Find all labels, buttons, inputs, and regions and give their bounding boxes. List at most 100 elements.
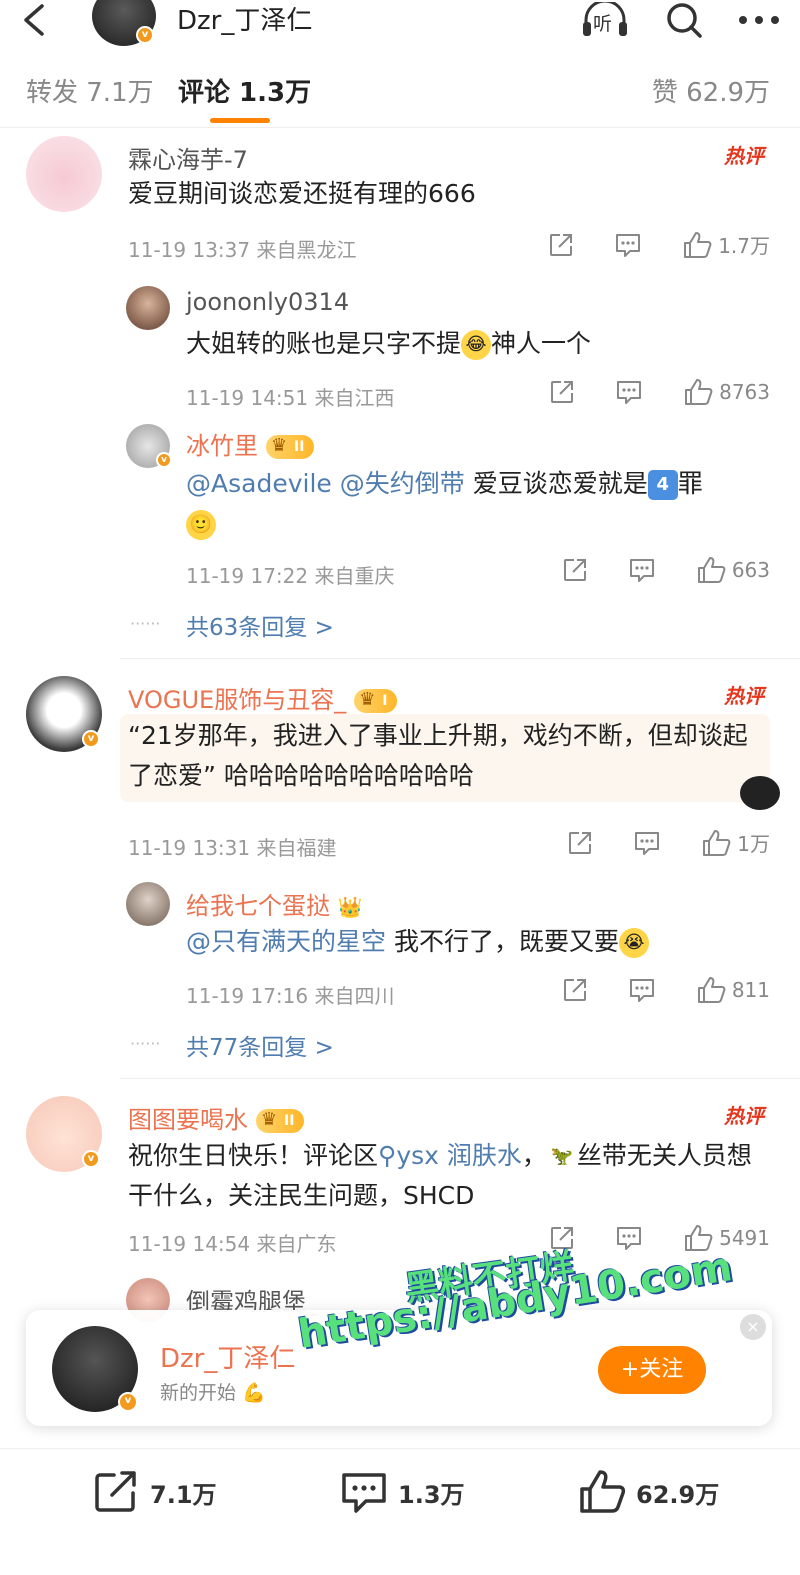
share-icon[interactable] [548, 232, 574, 258]
repost-button[interactable]: 7.1万 [92, 1469, 217, 1515]
share-icon[interactable] [562, 977, 588, 1003]
reply-name[interactable]: 冰竹里 II [186, 426, 315, 461]
like-button[interactable]: 62.9万 [578, 1469, 719, 1515]
repost-icon [95, 1471, 136, 1512]
like-count: 663 [731, 558, 770, 582]
tab-comments[interactable]: 评论 1.3万 [178, 72, 311, 109]
like-count: 1万 [737, 832, 770, 856]
reply-name-text: 给我七个蛋挞 [186, 892, 330, 920]
thumbs-up-icon [697, 977, 726, 1003]
active-tab-indicator [210, 118, 270, 123]
comment-time: 11-19 13:31 [128, 836, 251, 860]
comment-meta: 11-19 13:37 来自黑龙江 [128, 234, 356, 263]
reply-name-text: 冰竹里 [186, 432, 258, 460]
verified-badge-icon: v [82, 730, 100, 748]
reply-icon[interactable] [628, 557, 656, 583]
reply-time: 11-19 17:16 [186, 984, 309, 1008]
mention-link[interactable]: @失约倒带 [340, 469, 465, 498]
crying-emoji-icon: 😭 [618, 928, 649, 958]
tab-likes[interactable]: 赞 62.9万 [652, 72, 770, 109]
reply-text-main: 爱豆谈恋爱就是 [472, 469, 648, 498]
comment-text: 祝你生日快乐！评论区⚲ysx 润肤水， 🦖 丝带无关人员想干什么，关注民生问题，SH… [128, 1136, 768, 1216]
fan-badge-icon: 👑 [337, 895, 363, 919]
reply-meta: 11-19 14:51 来自江西 [186, 382, 394, 411]
reply-icon[interactable] [628, 977, 656, 1003]
keycap-four-emoji-icon: 4 [647, 470, 678, 500]
reply-icon[interactable] [615, 1225, 643, 1251]
dotted-divider: ······ [130, 1034, 161, 1053]
top-actions: 听 [580, 0, 780, 40]
page-title[interactable]: Dzr_丁泽仁 [177, 0, 312, 37]
dotted-divider: ······ [130, 614, 161, 633]
more-replies-link[interactable]: 共63条回复 > [186, 608, 334, 642]
comment-icon [342, 1473, 386, 1513]
reply-location: 来自四川 [314, 984, 395, 1008]
comment-meta: 11-19 13:31 来自福建 [128, 832, 336, 861]
reply-name[interactable]: joononly0314 [186, 288, 349, 316]
commenter-name[interactable]: VOGUE服饰与丑容_ I [128, 680, 398, 715]
more-replies-link[interactable]: 共77条回复 > [186, 1028, 334, 1062]
comment-actions: 1万 [567, 828, 770, 857]
hot-comment-badge: 热评 [724, 1104, 764, 1128]
bottom-action-bar: 7.1万 1.3万 62.9万 [0, 1448, 800, 1575]
reply-text: 大姐转的账也是只字不提 😂 神人一个 [186, 324, 591, 364]
tab-bar: 转发 7.1万 评论 1.3万 赞 62.9万 [0, 52, 800, 128]
listen-button[interactable]: 听 [580, 2, 630, 38]
hot-comment-badge: 热评 [724, 144, 764, 168]
like-button[interactable]: 1.7万 [682, 230, 770, 259]
reply-text-main: 我不行了，既要又要 [393, 927, 619, 956]
commenter-name-text: VOGUE服饰与丑容_ [128, 686, 347, 714]
share-icon[interactable] [549, 379, 575, 405]
verified-badge-icon: v [136, 26, 154, 44]
reply-icon[interactable] [615, 379, 643, 405]
comment-text: “21岁那年，我进入了事业上升期，戏约不断，但却谈起了恋爱” 哈哈哈哈哈哈哈哈哈… [128, 721, 748, 790]
comment-button[interactable]: 1.3万 [340, 1469, 465, 1515]
commenter-name[interactable]: 霖心海芋-7 [128, 140, 248, 175]
follow-button[interactable]: +关注 [598, 1346, 706, 1394]
verified-badge-icon: v [156, 452, 172, 468]
close-icon[interactable]: × [740, 1314, 766, 1340]
reply-text-main: 大姐转的账也是只字不提 [186, 329, 462, 358]
back-arrow-icon[interactable] [18, 2, 50, 38]
reply-icon[interactable] [614, 232, 642, 258]
mention-link[interactable]: @只有满天的星空 [186, 927, 386, 956]
search-term: ysx 润肤水 [396, 1141, 522, 1170]
reply-meta: 11-19 17:22 来自重庆 [186, 560, 394, 589]
repost-count: 7.1万 [150, 1480, 217, 1509]
reply-avatar[interactable] [126, 286, 170, 330]
thumbs-up-icon [697, 557, 726, 583]
hot-comment-badge: 热评 [724, 684, 764, 708]
commenter-name[interactable]: 图图要喝水 II [128, 1100, 305, 1135]
like-button[interactable]: 8763 [683, 378, 770, 406]
reply-avatar[interactable] [126, 882, 170, 926]
like-button[interactable]: 1万 [701, 828, 770, 857]
reply-meta: 11-19 17:16 来自四川 [186, 980, 394, 1009]
more-icon[interactable] [738, 15, 780, 25]
follow-card-subtitle: 新的开始 💪 [160, 1378, 266, 1405]
share-icon[interactable] [567, 830, 593, 856]
reply-name[interactable]: 给我七个蛋挞 👑 [186, 886, 363, 921]
verified-badge-icon: v [118, 1392, 138, 1412]
like-button[interactable]: 663 [696, 556, 770, 584]
search-icon[interactable] [664, 1, 704, 39]
share-icon[interactable] [562, 557, 588, 583]
search-link[interactable]: ⚲ysx 润肤水 [378, 1141, 522, 1170]
follow-card-name[interactable]: Dzr_丁泽仁 [160, 1338, 295, 1375]
reply-time: 11-19 14:51 [186, 386, 309, 410]
flexed-arm-emoji-icon: 💪 [242, 1382, 266, 1404]
reply-actions: 8763 [549, 378, 770, 406]
follow-card-subtitle-text: 新的开始 [160, 1382, 237, 1404]
tab-repost[interactable]: 转发 7.1万 [26, 72, 154, 109]
like-button[interactable]: 811 [696, 976, 770, 1004]
reply-icon[interactable] [633, 830, 661, 856]
comment-divider [120, 1078, 800, 1079]
commenter-avatar[interactable] [26, 136, 102, 212]
reply-location: 来自重庆 [314, 564, 395, 588]
reply-location: 来自江西 [314, 386, 395, 410]
reply-actions: 663 [562, 556, 770, 584]
smile-emoji-icon: 🙂 [186, 510, 216, 540]
bear-sticker-icon [740, 776, 780, 810]
laugh-cry-emoji-icon: 😂 [461, 330, 492, 360]
mention-link[interactable]: @Asadevile [186, 469, 332, 498]
reply-text: @Asadevile @失约倒带 爱豆谈恋爱就是 4 罪 🙂 [186, 464, 756, 544]
